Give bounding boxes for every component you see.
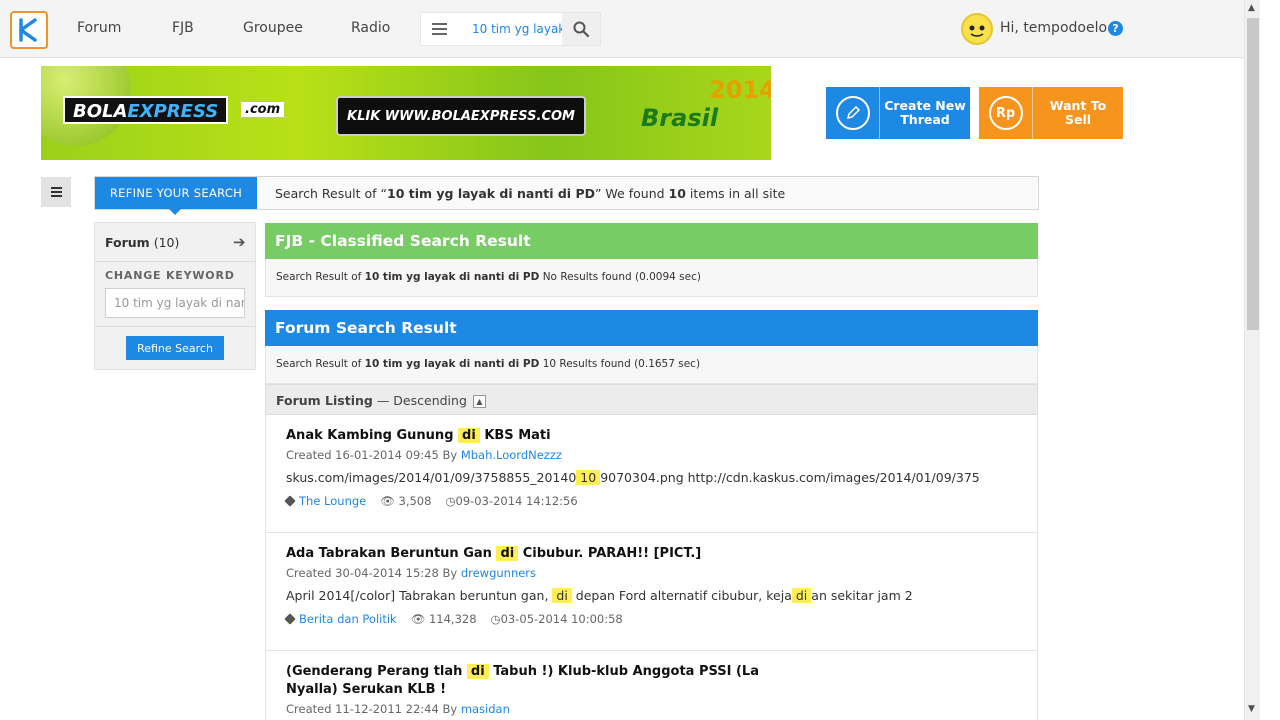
user-avatar[interactable] <box>961 13 993 45</box>
fjb-result-summary: Search Result of 10 tim yg layak di nant… <box>265 259 1038 297</box>
search-button[interactable] <box>562 13 600 45</box>
kaskus-logo-icon <box>19 18 37 42</box>
thread-meta: Created 30-04-2014 15:28 By drewgunners <box>286 566 537 580</box>
banner-year: 2014 <box>709 76 771 104</box>
clock-icon: ◷ <box>490 612 501 626</box>
thread-snippet: April 2014[/color] Tabrakan beruntun gan… <box>286 588 913 603</box>
top-nav: Forum FJB Groupee Radio 10 tim yg layak … <box>0 0 1244 58</box>
eye-icon: 👁 <box>410 612 426 626</box>
divider <box>95 326 255 327</box>
list-item: Ada Tabrakan Beruntun Gan di Cibubur. PA… <box>266 533 1037 651</box>
user-greeting[interactable]: Hi, tempodoelo <box>1000 20 1107 36</box>
eye-icon: 👁 <box>380 494 395 508</box>
forum-result-title: Forum Search Result <box>265 310 1038 346</box>
clock-icon: ◷ <box>445 494 456 508</box>
search-icon <box>573 21 589 37</box>
change-keyword-label: CHANGE KEYWORD <box>105 269 235 282</box>
keyword-input[interactable]: 10 tim yg layak di nanti di PD <box>105 288 245 318</box>
scroll-down-arrow-icon[interactable]: ▼ <box>1248 704 1255 714</box>
sidebar-toggle-icon[interactable] <box>41 177 71 207</box>
thread-meta: Created 11-12-2011 22:44 By masidan <box>286 702 510 716</box>
divider <box>95 261 255 262</box>
thread-snippet: skus.com/images/2014/01/09/3758855_20140… <box>286 470 980 485</box>
thread-title[interactable]: (Genderang Perang tlah di Tabuh !) Klub-… <box>286 663 1017 699</box>
create-thread-label: Create New Thread <box>884 98 966 127</box>
thread-title[interactable]: Anak Kambing Gunung di KBS Mati <box>286 427 1017 445</box>
thread-footer: The Lounge 👁 3,508 ◷09-03-2014 14:12:56 <box>284 494 1017 508</box>
tag-icon <box>284 495 296 507</box>
forum-result-summary: Search Result of 10 tim yg layak di nant… <box>265 346 1038 384</box>
banner-brasil-text: Brasil <box>641 104 719 132</box>
category-link[interactable]: The Lounge <box>299 494 366 508</box>
views-count: 👁 3,508 <box>380 494 432 508</box>
help-icon[interactable]: ? <box>1108 21 1123 36</box>
nav-radio[interactable]: Radio <box>351 20 390 36</box>
thread-meta: Created 16-01-2014 09:45 By Mbah.LoordNe… <box>286 448 562 462</box>
tag-icon <box>284 613 296 625</box>
page: Forum FJB Groupee Radio 10 tim yg layak … <box>0 0 1280 720</box>
nav-forum[interactable]: Forum <box>77 20 121 36</box>
last-post-time: ◷03-05-2014 10:00:58 <box>490 612 623 626</box>
nav-groupee[interactable]: Groupee <box>243 20 303 36</box>
kaskus-logo[interactable] <box>10 11 48 49</box>
category-link[interactable]: Berita dan Politik <box>299 612 397 626</box>
bolaexpress-logo: BOLAEXPRESS <box>63 96 229 124</box>
page-scrollbar[interactable]: ▲ ▼ <box>1244 0 1260 720</box>
views-count: 👁 114,328 <box>410 612 477 626</box>
fjb-result-title: FJB - Classified Search Result <box>265 223 1038 259</box>
sell-icon-wrap: Rp <box>979 87 1033 139</box>
thread-author-link[interactable]: masidan <box>461 702 510 716</box>
want-to-sell-label: Want To Sell <box>1049 98 1107 127</box>
nav-fjb[interactable]: FJB <box>172 20 194 36</box>
ad-banner[interactable]: BOLAEXPRESS .com KLIK WWW.BOLAEXPRESS.CO… <box>41 66 771 160</box>
scroll-up-arrow-icon[interactable]: ▲ <box>1248 3 1255 13</box>
arrow-right-icon[interactable]: ➔ <box>233 233 246 251</box>
search-menu-icon[interactable] <box>432 23 447 36</box>
sort-toggle-icon[interactable]: ▲ <box>472 395 486 408</box>
scroll-thumb[interactable] <box>1247 18 1259 330</box>
bolaexpress-domain: .com <box>241 102 285 117</box>
last-post-time: ◷09-03-2014 14:12:56 <box>445 494 578 508</box>
thread-footer: Berita dan Politik 👁 114,328 ◷03-05-2014… <box>284 612 1017 626</box>
thread-title[interactable]: Ada Tabrakan Beruntun Gan di Cibubur. PA… <box>286 545 1017 563</box>
banner-cta-button[interactable]: KLIK WWW.BOLAEXPRESS.COM <box>336 96 586 136</box>
refine-bar: REFINE YOUR SEARCH Search Result of “10 … <box>94 176 1039 215</box>
thread-author-link[interactable]: drewgunners <box>461 566 536 580</box>
search-box[interactable]: 10 tim yg layak <box>420 12 601 46</box>
pencil-icon <box>835 96 870 130</box>
list-item: Anak Kambing Gunung di KBS Mati Created … <box>266 415 1037 533</box>
list-item: (Genderang Perang tlah di Tabuh !) Klub-… <box>266 651 1037 720</box>
search-input[interactable]: 10 tim yg layak <box>472 22 565 36</box>
refine-sidebar: Forum (10) ➔ CHANGE KEYWORD 10 tim yg la… <box>94 222 256 370</box>
forum-listing-bar: Forum Listing — Descending ▲ <box>265 384 1038 415</box>
create-thread-button[interactable]: Create New Thread <box>826 87 970 139</box>
want-to-sell-button[interactable]: Rp Want To Sell <box>979 87 1123 139</box>
search-summary: Search Result of “10 tim yg layak di nan… <box>275 186 786 201</box>
result-list: Anak Kambing Gunung di KBS Mati Created … <box>265 415 1038 720</box>
rupiah-icon: Rp <box>988 96 1023 130</box>
create-thread-icon-wrap <box>826 87 880 139</box>
thread-author-link[interactable]: Mbah.LoordNezzz <box>461 448 562 462</box>
refine-search-tab[interactable]: REFINE YOUR SEARCH <box>95 177 257 215</box>
avatar-face-icon <box>965 17 989 41</box>
refine-search-button[interactable]: Refine Search <box>126 336 224 360</box>
sidebar-item-forum[interactable]: Forum (10) <box>105 235 179 250</box>
